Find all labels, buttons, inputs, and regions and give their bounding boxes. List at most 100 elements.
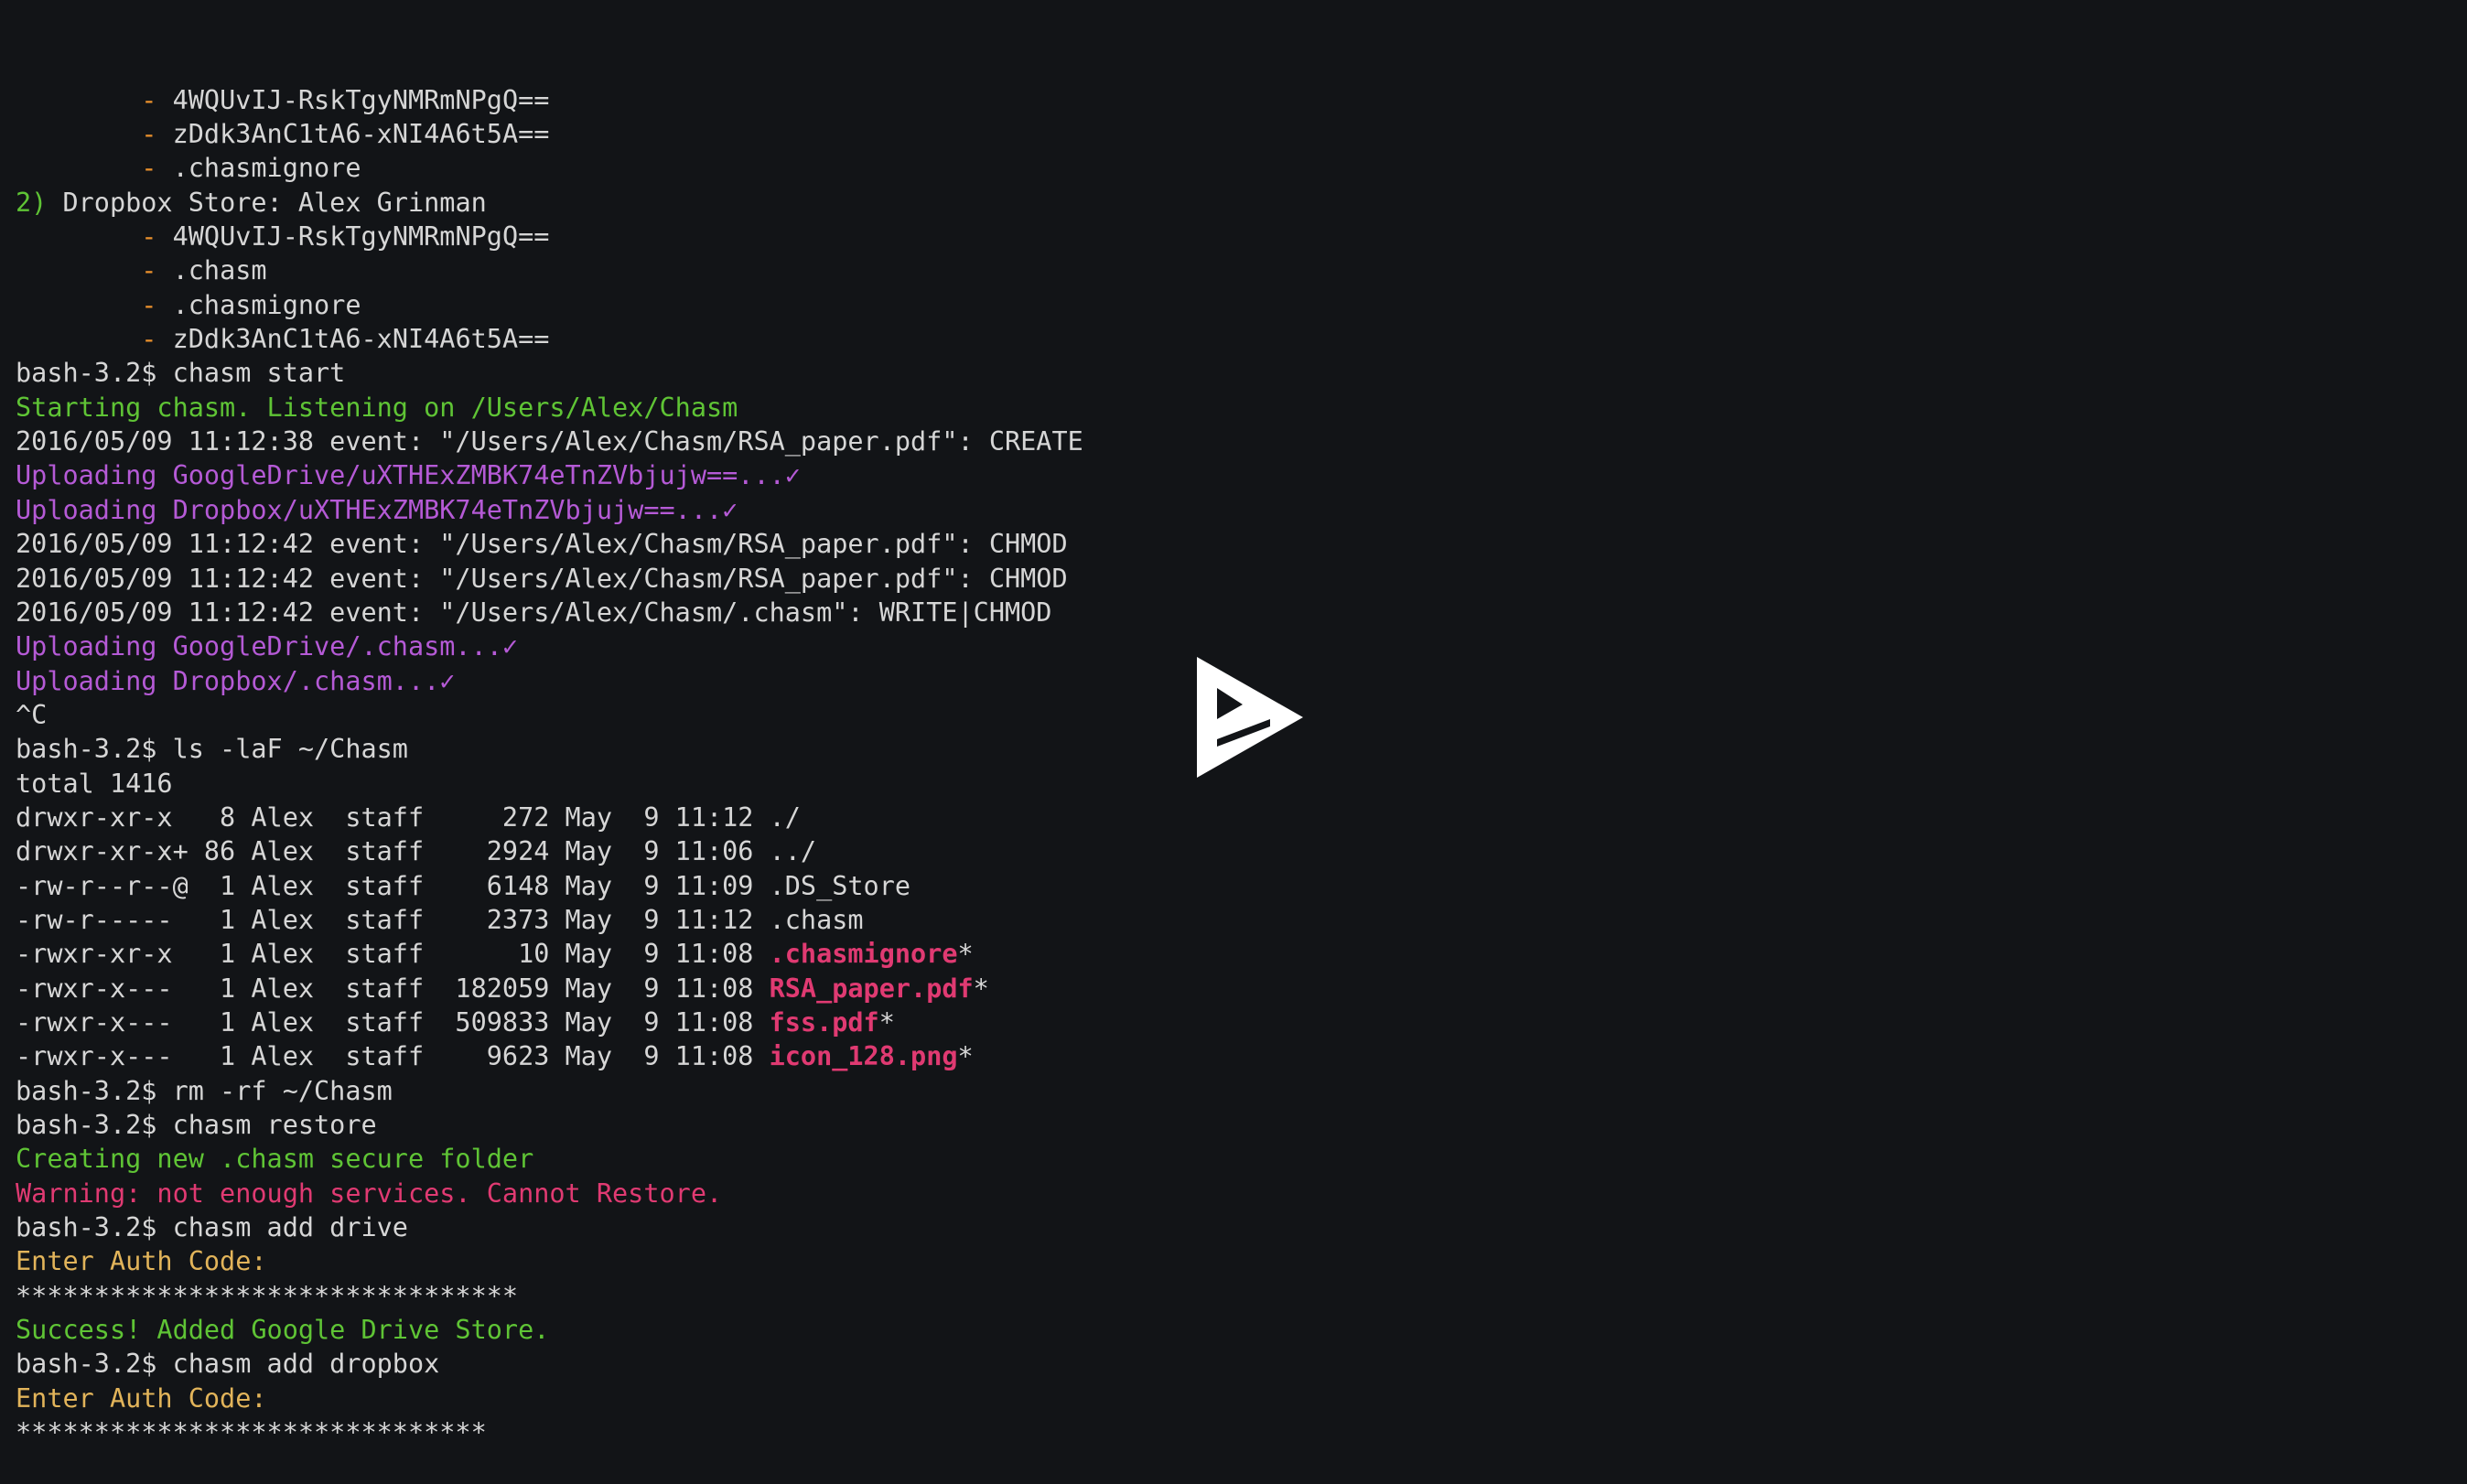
terminal-text-segment: Warning: not enough services. Cannot Res… [16,1178,723,1209]
terminal-text-segment: total 1416 [16,768,173,799]
terminal-line: -rwxr-x--- 1 Alex staff 509833 May 9 11:… [16,1005,2467,1039]
terminal-line: Uploading GoogleDrive/uXTHExZMBK74eTnZVb… [16,458,2467,492]
terminal-text-segment: Uploading Dropbox/.chasm...✓ [16,665,456,696]
terminal-line: drwxr-xr-x+ 86 Alex staff 2924 May 9 11:… [16,834,2467,868]
terminal-text-segment: * [973,973,989,1004]
terminal-text-segment: ****************************** [16,1417,487,1448]
terminal-text-segment: Starting chasm. Listening on /Users/Alex… [16,392,738,423]
terminal-line: 2016/05/09 11:12:42 event: "/Users/Alex/… [16,562,2467,596]
terminal-text-segment: Uploading Dropbox/uXTHExZMBK74eTnZVbjujw… [16,494,738,525]
terminal-line: 2016/05/09 11:12:42 event: "/Users/Alex/… [16,596,2467,629]
terminal-text-segment: 2016/05/09 11:12:42 event: "/Users/Alex/… [16,563,1068,594]
terminal-line: bash-3.2$ rm -rf ~/Chasm [16,1074,2467,1108]
terminal-line: 2016/05/09 11:12:42 event: "/Users/Alex/… [16,527,2467,561]
terminal-line: -rwxr-xr-x 1 Alex staff 10 May 9 11:08 .… [16,937,2467,971]
terminal-text-segment: bash-3.2$ rm -rf ~/Chasm [16,1075,393,1106]
terminal-line: - zDdk3AnC1tA6-xNI4A6t5A== [16,117,2467,151]
terminal-text-segment: - [141,255,157,286]
terminal-text-segment: 2016/05/09 11:12:42 event: "/Users/Alex/… [16,597,1052,628]
terminal-text-segment: - [141,84,157,115]
terminal-text-segment: drwxr-xr-x 8 Alex staff 272 May 9 11:12 … [16,801,801,833]
terminal-line: Uploading Dropbox/uXTHExZMBK74eTnZVbjujw… [16,493,2467,527]
terminal-line: bash-3.2$ chasm restore [16,1108,2467,1142]
terminal-text-segment: Dropbox Store: Alex Grinman [47,187,487,218]
terminal-text-segment: .chasm [156,255,267,286]
terminal-line: bash-3.2$ chasm add drive [16,1210,2467,1244]
terminal-line: bash-3.2$ chasm start [16,356,2467,390]
terminal-text-segment: * [957,939,974,970]
terminal-line: Creating new .chasm secure folder [16,1142,2467,1176]
terminal-line: bash-3.2$ chasm add dropbox [16,1347,2467,1381]
terminal-line: -rwxr-x--- 1 Alex staff 182059 May 9 11:… [16,972,2467,1005]
terminal-line: - .chasmignore [16,151,2467,185]
terminal-text-segment: -rw-r----- 1 Alex staff 2373 May 9 11:12… [16,904,864,935]
terminal-line: Starting chasm. Listening on /Users/Alex… [16,391,2467,425]
play-icon[interactable] [1190,651,1309,784]
terminal-line: drwxr-xr-x 8 Alex staff 272 May 9 11:12 … [16,801,2467,834]
terminal-text-segment: bash-3.2$ chasm add drive [16,1212,408,1243]
terminal-text-segment: Uploading GoogleDrive/.chasm...✓ [16,631,519,662]
terminal-text-segment: - [141,221,157,253]
terminal-text-segment: -rwxr-x--- 1 Alex staff 9623 May 9 11:08 [16,1041,770,1072]
terminal-text-segment: icon_128.png [769,1041,958,1072]
play-icon-triangle [1197,657,1303,778]
terminal-line: -rw-r--r--@ 1 Alex staff 6148 May 9 11:0… [16,869,2467,903]
terminal-line: ****************************** [16,1415,2467,1449]
terminal-text-segment: ******************************** [16,1280,519,1311]
terminal-line: Enter Auth Code: [16,1382,2467,1415]
terminal-text-segment: RSA_paper.pdf [769,973,974,1004]
terminal-text-segment: * [878,1006,895,1038]
terminal-text-segment: - [141,289,157,320]
terminal-text-segment: .chasmignore [156,153,361,184]
terminal-text-segment: -rwxr-xr-x 1 Alex staff 10 May 9 11:08 [16,939,770,970]
terminal-text-segment: - [141,153,157,184]
terminal-text-segment: bash-3.2$ chasm start [16,358,346,389]
terminal-line: Success! Added Google Drive Store. [16,1313,2467,1347]
terminal-text-segment: fss.pdf [769,1006,879,1038]
terminal-line: -rw-r----- 1 Alex staff 2373 May 9 11:12… [16,903,2467,937]
terminal-line: Warning: not enough services. Cannot Res… [16,1177,2467,1210]
terminal-text-segment: ^C [16,699,48,730]
terminal-text-segment: Enter Auth Code: [16,1382,267,1414]
terminal-text-segment: bash-3.2$ chasm add dropbox [16,1349,440,1380]
terminal-text-segment: drwxr-xr-x+ 86 Alex staff 2924 May 9 11:… [16,836,817,867]
terminal-text-segment: bash-3.2$ chasm restore [16,1110,377,1140]
terminal-line: - zDdk3AnC1tA6-xNI4A6t5A== [16,322,2467,356]
terminal-line: ******************************** [16,1279,2467,1313]
terminal-text-segment: * [957,1041,974,1072]
terminal-text-segment: -rwxr-x--- 1 Alex staff 509833 May 9 11:… [16,1006,770,1038]
terminal-text-segment: 2) [16,187,48,218]
terminal-text-segment: 4WQUvIJ-RskTgyNMRmNPgQ== [156,84,550,115]
terminal-text-segment: .chasmignore [156,289,361,320]
terminal-text-segment: Success! Added Google Drive Store. [16,1315,550,1346]
terminal-text-segment: -rwxr-x--- 1 Alex staff 182059 May 9 11:… [16,973,770,1004]
terminal-line: - .chasm [16,253,2467,287]
terminal-line: - 4WQUvIJ-RskTgyNMRmNPgQ== [16,220,2467,253]
terminal-text-segment: Creating new .chasm secure folder [16,1144,534,1175]
terminal-line: 2) Dropbox Store: Alex Grinman [16,186,2467,220]
terminal-text-segment: - [141,324,157,355]
terminal-text-segment: .chasmignore [769,939,958,970]
terminal-line: -rwxr-x--- 1 Alex staff 9623 May 9 11:08… [16,1039,2467,1073]
terminal-text-segment: zDdk3AnC1tA6-xNI4A6t5A== [156,324,550,355]
terminal-text-segment: Uploading GoogleDrive/uXTHExZMBK74eTnZVb… [16,460,801,491]
terminal-line: 2016/05/09 11:12:38 event: "/Users/Alex/… [16,425,2467,458]
terminal-text-segment: 2016/05/09 11:12:42 event: "/Users/Alex/… [16,529,1068,560]
terminal-text-segment: Enter Auth Code: [16,1246,267,1277]
terminal-line: - .chasmignore [16,288,2467,322]
terminal-line: - 4WQUvIJ-RskTgyNMRmNPgQ== [16,83,2467,117]
terminal-text-segment: 4WQUvIJ-RskTgyNMRmNPgQ== [156,221,550,253]
terminal-text-segment: zDdk3AnC1tA6-xNI4A6t5A== [156,119,550,150]
terminal-text-segment: bash-3.2$ ls -laF ~/Chasm [16,734,408,765]
terminal-text-segment: -rw-r--r--@ 1 Alex staff 6148 May 9 11:0… [16,870,911,901]
terminal-text-segment: - [141,119,157,150]
terminal-text-segment: 2016/05/09 11:12:38 event: "/Users/Alex/… [16,426,1083,457]
terminal-line: Enter Auth Code: [16,1244,2467,1278]
